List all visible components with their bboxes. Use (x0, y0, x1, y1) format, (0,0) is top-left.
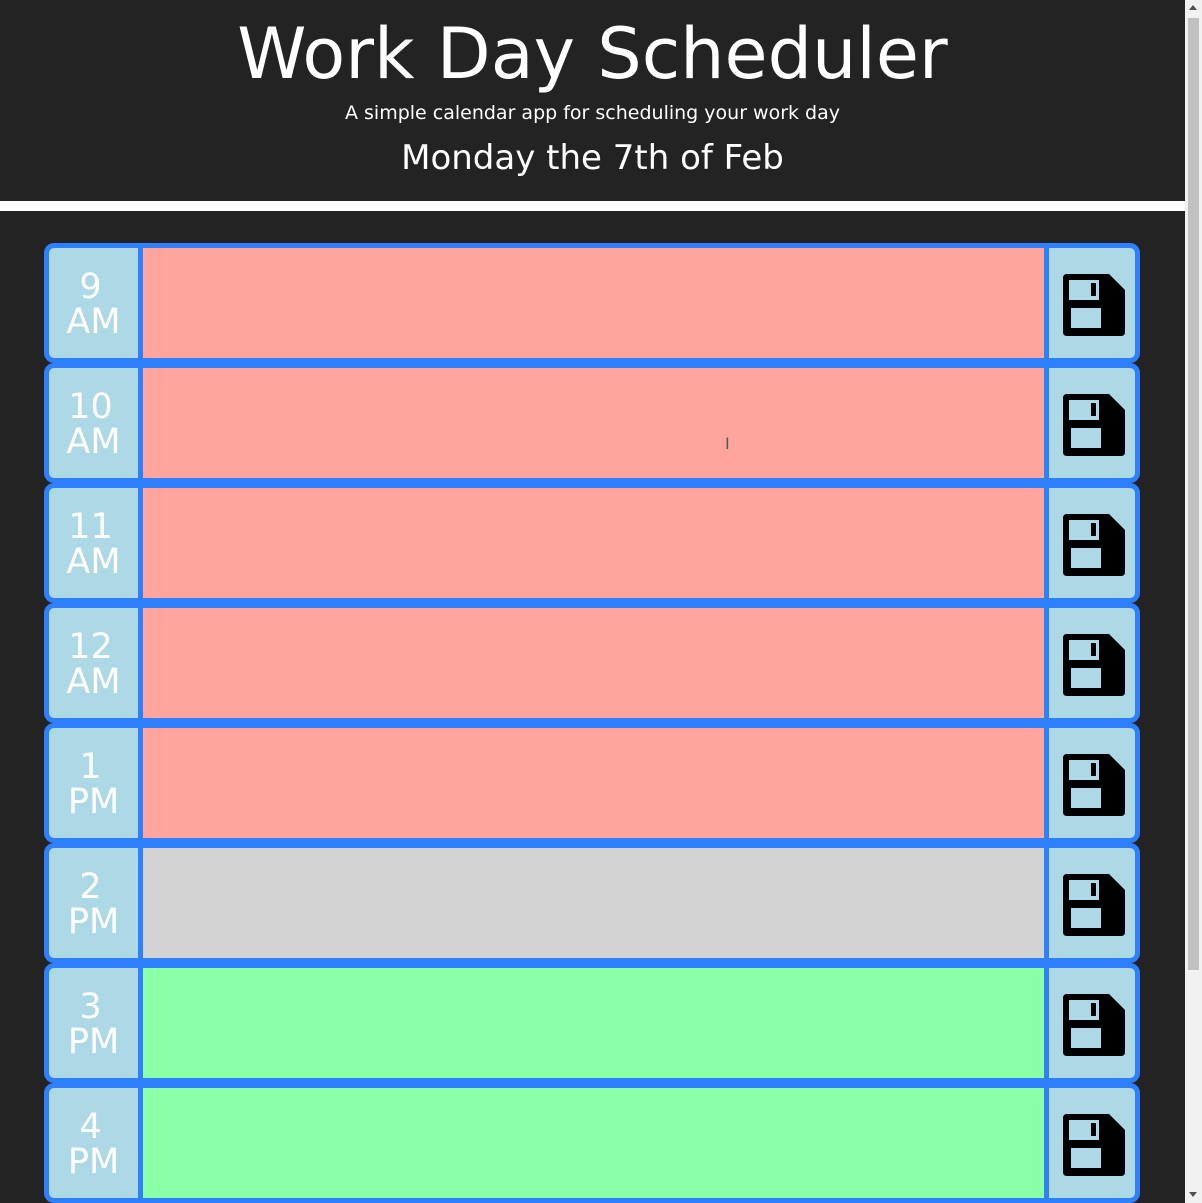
save-button[interactable] (1044, 963, 1140, 1083)
page: Work Day Scheduler A simple calendar app… (0, 0, 1202, 1203)
floppy-disk-icon (1063, 874, 1125, 936)
event-description-input[interactable] (138, 843, 1049, 963)
scroll-up-arrow-icon[interactable] (1189, 5, 1197, 10)
hour-number: 1 (79, 747, 102, 787)
event-description-input[interactable] (138, 963, 1049, 1083)
schedule-container: 9 AM 10 AM 11 AM 12 AM 1 PM 2 PM 3 PM 4 … (0, 211, 1185, 1203)
event-description-input[interactable] (138, 603, 1049, 723)
hour-number: 10 (68, 387, 113, 427)
hour-label: 3 PM (44, 963, 138, 1083)
time-block-row: 3 PM (44, 963, 1140, 1083)
event-description-input[interactable] (138, 1083, 1049, 1203)
save-button[interactable] (1044, 723, 1140, 843)
scroll-down-arrow-icon[interactable] (1189, 1192, 1197, 1197)
hour-number: 12 (68, 627, 113, 667)
floppy-disk-icon (1063, 1114, 1125, 1176)
event-description-input[interactable] (138, 363, 1049, 483)
save-button[interactable] (1044, 1083, 1140, 1203)
time-block-row: 9 AM (44, 243, 1140, 363)
hour-label: 1 PM (44, 723, 138, 843)
hour-period: AM (66, 542, 121, 582)
save-button[interactable] (1044, 483, 1140, 603)
floppy-disk-icon (1063, 274, 1125, 336)
page-scrollbar[interactable] (1185, 0, 1202, 1203)
page-subtitle: A simple calendar app for scheduling you… (344, 102, 841, 124)
floppy-disk-icon (1063, 994, 1125, 1056)
event-description-input[interactable] (138, 243, 1049, 363)
floppy-disk-icon (1063, 514, 1125, 576)
save-button[interactable] (1044, 243, 1140, 363)
time-block-row: 10 AM (44, 363, 1140, 483)
scrollbar-thumb[interactable] (1188, 18, 1199, 970)
hour-period: PM (67, 782, 120, 822)
save-button[interactable] (1044, 843, 1140, 963)
hour-number: 11 (68, 507, 113, 547)
time-block-row: 1 PM (44, 723, 1140, 843)
header: Work Day Scheduler A simple calendar app… (0, 0, 1185, 201)
hour-label: 9 AM (44, 243, 138, 363)
event-description-input[interactable] (138, 723, 1049, 843)
time-block-row: 11 AM (44, 483, 1140, 603)
hour-label: 10 AM (44, 363, 138, 483)
hour-label: 12 AM (44, 603, 138, 723)
time-block-row: 2 PM (44, 843, 1140, 963)
hour-number: 9 (79, 267, 102, 307)
page-title: Work Day Scheduler (237, 13, 948, 95)
hour-period: AM (66, 302, 121, 342)
hour-number: 4 (79, 1107, 102, 1147)
time-block-row: 12 AM (44, 603, 1140, 723)
floppy-disk-icon (1063, 754, 1125, 816)
current-date: Monday the 7th of Feb (401, 138, 784, 178)
save-button[interactable] (1044, 363, 1140, 483)
hour-period: PM (67, 1022, 120, 1062)
header-divider (0, 201, 1185, 211)
hour-label: 4 PM (44, 1083, 138, 1203)
hour-label: 11 AM (44, 483, 138, 603)
hour-number: 3 (79, 987, 102, 1027)
hour-period: AM (66, 662, 121, 702)
hour-label: 2 PM (44, 843, 138, 963)
text-cursor-icon: I (725, 434, 730, 453)
floppy-disk-icon (1063, 394, 1125, 456)
floppy-disk-icon (1063, 634, 1125, 696)
hour-period: AM (66, 422, 121, 462)
time-block-row: 4 PM (44, 1083, 1140, 1203)
hour-period: PM (67, 902, 120, 942)
hour-number: 2 (79, 867, 102, 907)
event-description-input[interactable] (138, 483, 1049, 603)
hour-period: PM (67, 1142, 120, 1182)
save-button[interactable] (1044, 603, 1140, 723)
